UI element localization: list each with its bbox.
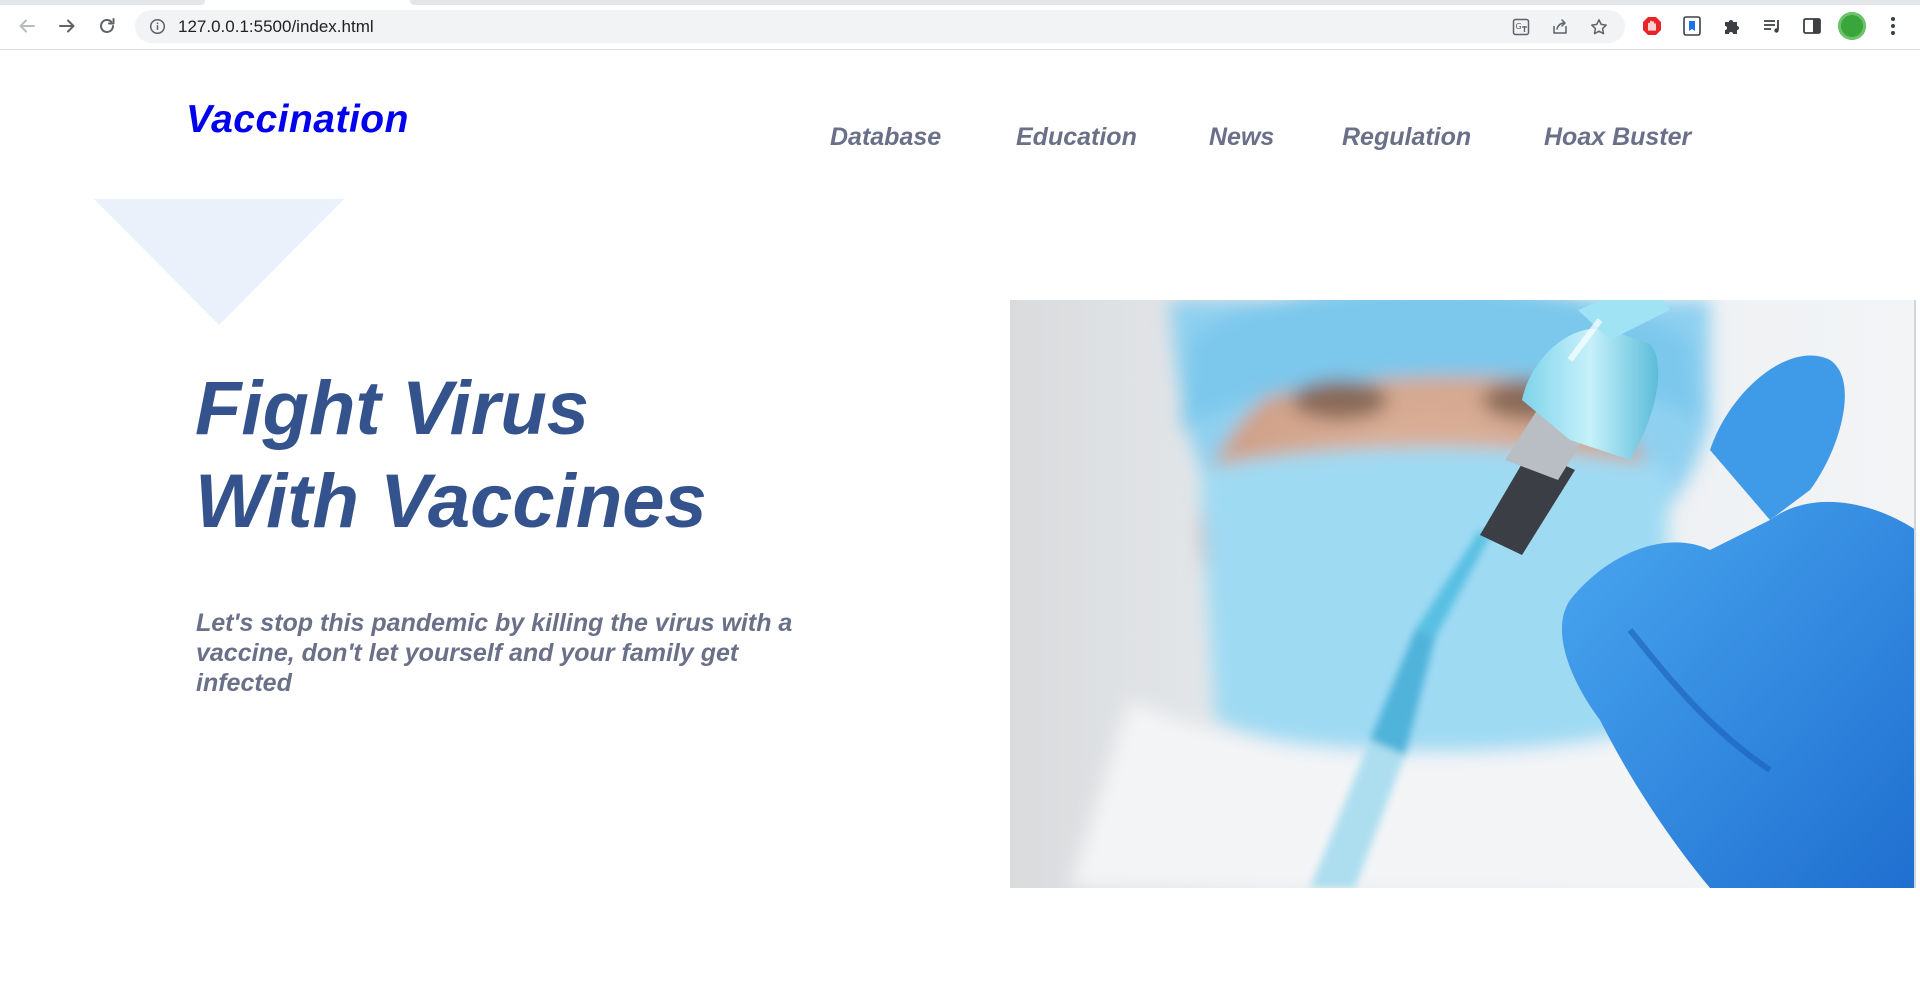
hero-description: Let's stop this pandemic by killing the … (196, 609, 793, 697)
puzzle-icon[interactable] (1721, 15, 1743, 37)
reload-icon (100, 18, 115, 33)
nav-link-education[interactable]: Education (1016, 123, 1137, 152)
address-bar[interactable]: 127.0.0.1:5500/index.html G (135, 10, 1625, 43)
decorative-triangle (94, 199, 344, 325)
page-content: Vaccination Database Education News Regu… (0, 50, 1920, 987)
nav-link-regulation[interactable]: Regulation (1342, 123, 1471, 152)
tab-strip-left (0, 0, 205, 5)
forward-button[interactable] (52, 11, 82, 41)
kebab-menu-icon[interactable] (1883, 14, 1903, 38)
bookmark-extension-icon[interactable] (1681, 15, 1703, 37)
hero-title-line-1: Fight Virus (195, 366, 590, 451)
back-button[interactable] (12, 11, 42, 41)
translate-icon[interactable]: G (1512, 18, 1530, 36)
reload-button[interactable] (92, 11, 122, 41)
vaccine-photo-illustration (1010, 300, 1916, 888)
url-text[interactable]: 127.0.0.1:5500/index.html (178, 18, 374, 36)
star-icon[interactable] (1590, 18, 1608, 36)
info-circle-icon[interactable] (149, 18, 166, 35)
red-hand-icon[interactable] (1641, 15, 1663, 37)
hero-title-line-2: With Vaccines (195, 459, 707, 544)
avatar[interactable] (1838, 12, 1866, 40)
svg-text:G: G (1516, 22, 1522, 31)
nav-link-news[interactable]: News (1209, 123, 1274, 152)
tab-strip-right (410, 0, 1920, 5)
tab-strip (0, 0, 1920, 5)
hero-title: Fight Virus With Vaccines (195, 362, 707, 548)
main-nav: Database Education News Regulation Hoax … (0, 123, 1920, 163)
media-queue-icon[interactable] (1761, 15, 1783, 37)
share-icon[interactable] (1551, 18, 1569, 36)
image-right-edge (1914, 300, 1916, 888)
side-panel-icon[interactable] (1801, 15, 1823, 37)
nav-link-database[interactable]: Database (830, 123, 941, 152)
hero-vaccine-image (1010, 300, 1916, 888)
nav-link-hoax-buster[interactable]: Hoax Buster (1544, 123, 1691, 152)
browser-toolbar: 127.0.0.1:5500/index.html G (0, 0, 1920, 50)
arrow-right-icon (59, 19, 75, 33)
arrow-left-icon (19, 19, 35, 33)
